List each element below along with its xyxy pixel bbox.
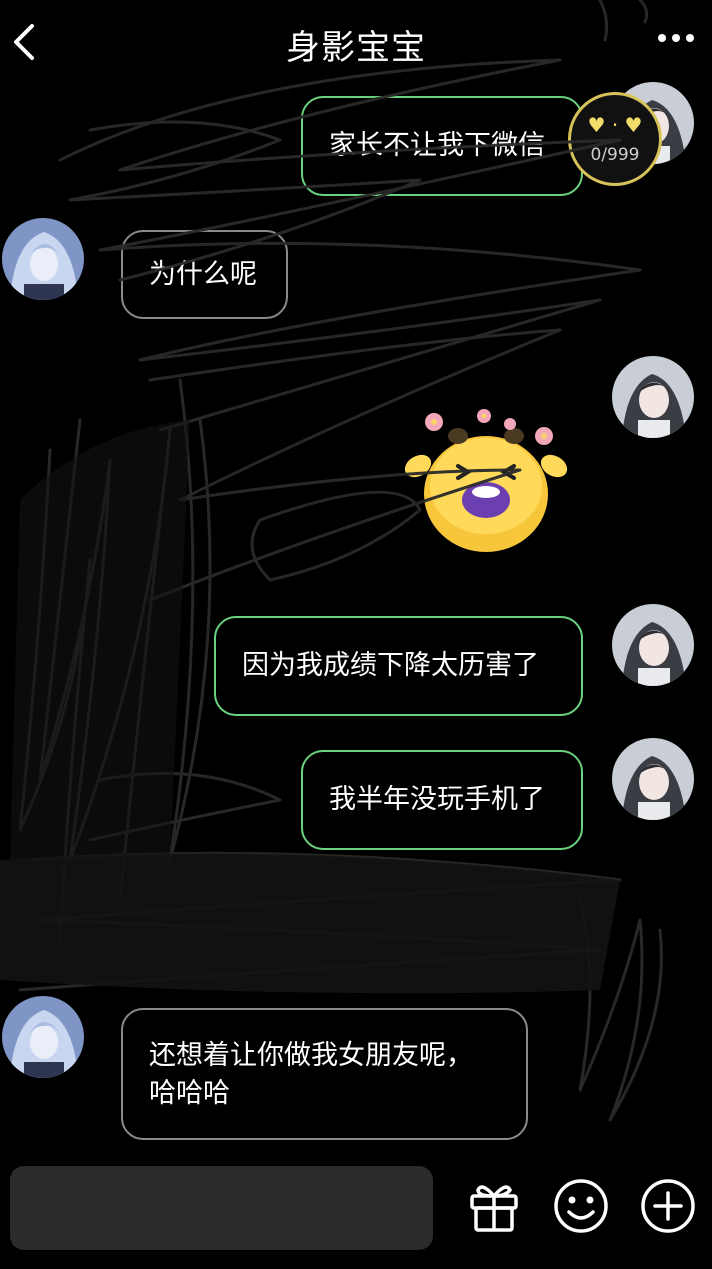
message-input[interactable] [10, 1166, 433, 1250]
my-avatar-image [612, 604, 694, 686]
message-text: 因为我成绩下降太历害了 [242, 650, 539, 681]
message-text-line: 还想着让你做我女朋友呢， [149, 1040, 473, 1071]
message-bubble-outgoing[interactable]: 我半年没玩手机了 [301, 750, 583, 850]
message-text-line: 哈哈哈 [149, 1078, 230, 1109]
message-bubble-incoming[interactable]: 还想着让你做我女朋友呢， 哈哈哈 [121, 1008, 528, 1140]
my-avatar[interactable] [612, 738, 694, 820]
my-avatar[interactable] [612, 356, 694, 438]
score-count: 0/999 [590, 145, 640, 165]
emoji-button[interactable] [551, 1176, 611, 1236]
page-title: 身影宝宝 [286, 28, 426, 68]
contact-avatar[interactable] [2, 996, 84, 1078]
my-avatar-image [612, 738, 694, 820]
chat-header: 身影宝宝 [0, 0, 712, 86]
my-avatar-image [612, 356, 694, 438]
more-dots-icon [658, 34, 694, 42]
hearts-icon: ♥ · ♥ [587, 113, 643, 137]
intimacy-score-badge[interactable]: ♥ · ♥ 0/999 [568, 92, 662, 186]
my-avatar[interactable] [612, 604, 694, 686]
message-bubble-outgoing[interactable]: 家长不让我下微信 [301, 96, 583, 196]
plus-icon [641, 1179, 695, 1233]
message-text: 家长不让我下微信 [329, 130, 545, 161]
message-bubble-outgoing[interactable]: 因为我成绩下降太历害了 [214, 616, 583, 716]
contact-avatar-image [2, 996, 84, 1078]
message-text: 为什么呢 [149, 258, 257, 290]
contact-avatar[interactable] [2, 218, 84, 300]
happy-flower-emoji-icon [404, 409, 568, 552]
add-button[interactable] [638, 1176, 698, 1236]
contact-avatar-image [2, 218, 84, 300]
gift-button[interactable] [464, 1176, 524, 1236]
gift-icon [470, 1185, 518, 1232]
message-bubble-incoming[interactable]: 为什么呢 [121, 230, 288, 319]
sticker-message[interactable] [396, 404, 576, 564]
message-text: 我半年没玩手机了 [329, 784, 545, 815]
more-button[interactable] [656, 26, 696, 50]
emoji-icon [554, 1179, 608, 1233]
